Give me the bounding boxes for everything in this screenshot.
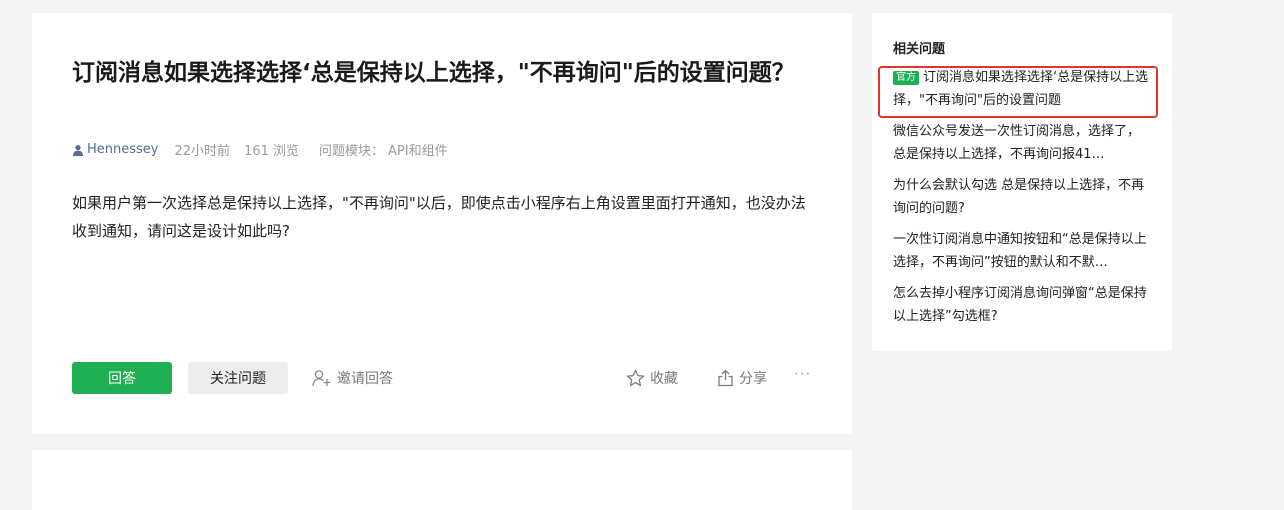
- share-label: 分享: [739, 371, 767, 387]
- invite-user-icon: [312, 370, 331, 387]
- question-body: 如果用户第一次选择总是保持以上选择，"不再询问"以后，即使点击小程序右上角设置里…: [72, 194, 806, 240]
- share-button[interactable]: 分享: [717, 368, 767, 388]
- related-questions-card: 相关问题 官方 订阅消息如果选择选择‘总是保持以上选择，"不再询问"后的设置问题 …: [872, 13, 1172, 351]
- question-meta: Hennessey 22小时前 161 浏览 问题模块： API和组件: [72, 140, 448, 159]
- related-questions-list: 官方 订阅消息如果选择选择‘总是保持以上选择，"不再询问"后的设置问题 微信公众号…: [893, 66, 1151, 336]
- related-item[interactable]: 怎么去掉小程序订阅消息询问弹窗“总是保持以上选择”勾选框?: [893, 282, 1151, 328]
- answer-card: [32, 450, 852, 510]
- author-link[interactable]: Hennessey: [72, 142, 159, 157]
- question-card: 订阅消息如果选择选择‘总是保持以上选择，"不再询问"后的设置问题？ Hennes…: [32, 13, 852, 434]
- post-time: 22小时前: [174, 144, 231, 159]
- related-item-text: 订阅消息如果选择选择‘总是保持以上选择，"不再询问"后的设置问题: [893, 70, 1149, 108]
- module-label: 问题模块：: [319, 144, 385, 159]
- star-icon: [626, 369, 645, 387]
- module-value[interactable]: API和组件: [388, 140, 448, 159]
- related-item[interactable]: 微信公众号发送一次性订阅消息，选择了，总是保持以上选择，不再询问报41…: [893, 120, 1151, 166]
- share-icon: [718, 369, 733, 387]
- invite-label: 邀请回答: [337, 371, 393, 387]
- question-title: 订阅消息如果选择选择‘总是保持以上选择，"不再询问"后的设置问题？: [72, 60, 795, 86]
- follow-question-button[interactable]: 关注问题: [188, 362, 288, 394]
- invite-answer-button[interactable]: 邀请回答: [312, 368, 393, 388]
- answer-button[interactable]: 回答: [72, 362, 172, 394]
- more-options-button[interactable]: ···: [794, 365, 811, 383]
- related-item[interactable]: 为什么会默认勾选 总是保持以上选择，不再询问的问题?: [893, 174, 1151, 220]
- related-item[interactable]: 官方 订阅消息如果选择选择‘总是保持以上选择，"不再询问"后的设置问题: [893, 66, 1151, 112]
- official-badge: 官方: [893, 71, 919, 85]
- person-icon: [73, 144, 83, 156]
- collect-label: 收藏: [650, 371, 678, 387]
- question-actions: 回答 关注问题 邀请回答 收藏 分享 ···: [32, 361, 852, 397]
- collect-button[interactable]: 收藏: [626, 368, 678, 388]
- author-name: Hennessey: [87, 142, 159, 157]
- related-item[interactable]: 一次性订阅消息中通知按钮和“总是保持以上选择，不再询问”按钮的默认和不默…: [893, 228, 1151, 274]
- view-count: 161 浏览: [244, 144, 299, 159]
- related-questions-title: 相关问题: [893, 42, 946, 57]
